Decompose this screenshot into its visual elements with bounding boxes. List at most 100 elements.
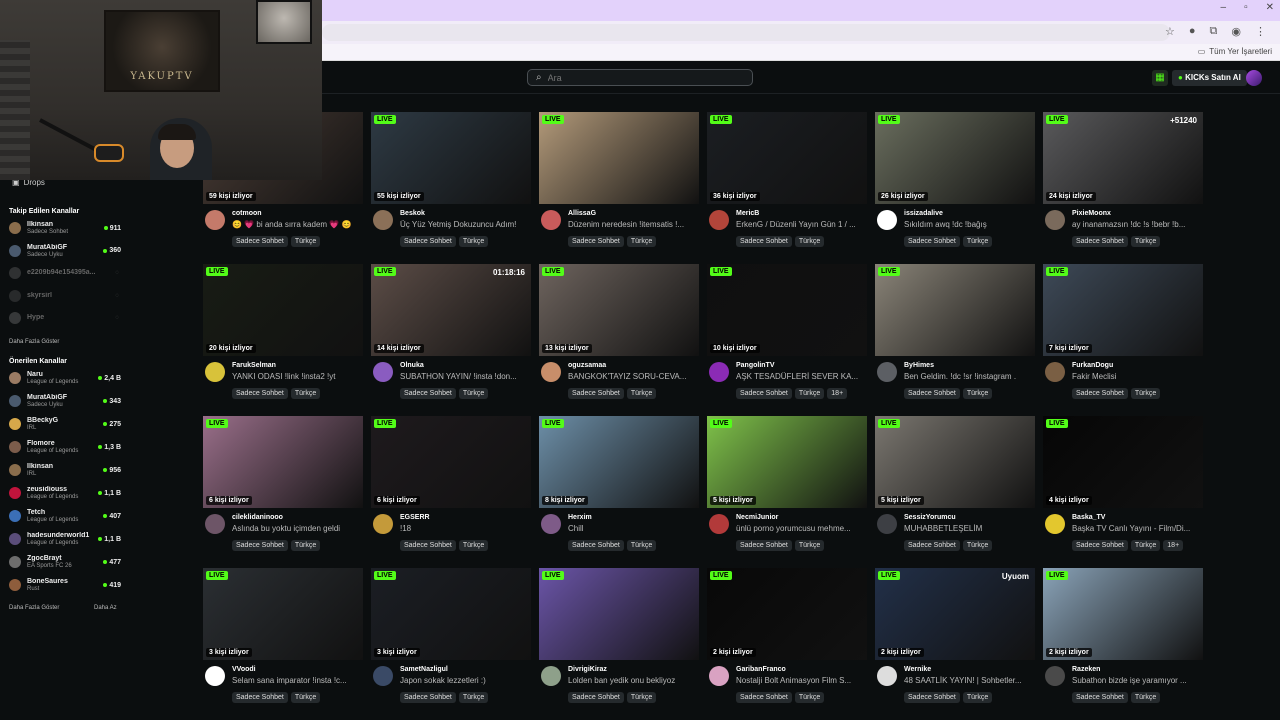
- sidebar-channel[interactable]: İlkinsan Sadece Sohbet 911: [9, 218, 121, 238]
- stream-thumbnail[interactable]: LIVE 01:18:16 14 kişi izliyor: [371, 264, 531, 356]
- channel-avatar[interactable]: [877, 362, 897, 382]
- stream-tag[interactable]: Türkçe: [1130, 540, 1161, 551]
- channel-name[interactable]: SessizYorumcu: [904, 514, 956, 521]
- channel-avatar[interactable]: [541, 514, 561, 534]
- stream-tag[interactable]: Sadece Sohbet: [1072, 236, 1128, 247]
- stream-title[interactable]: AŞK TESADÜFLERİ SEVER KA...: [736, 372, 866, 381]
- stream-tag[interactable]: Sadece Sohbet: [568, 236, 624, 247]
- channel-name[interactable]: GaribanFranco: [736, 666, 786, 673]
- stream-tag[interactable]: Türkçe: [626, 236, 657, 247]
- stream-thumbnail[interactable]: LIVE 8 kişi izliyor: [539, 416, 699, 508]
- stream-tag[interactable]: Türkçe: [458, 692, 489, 703]
- stream-tag[interactable]: Türkçe: [290, 236, 321, 247]
- stream-card[interactable]: LIVE 2 kişi izliyor GaribanFranco Nostal…: [707, 568, 867, 708]
- stream-card[interactable]: LIVE 6 kişi izliyor EGSERR !18 Sadece So…: [371, 416, 531, 556]
- stream-title[interactable]: MUHABBETLEŞELİM: [904, 524, 1034, 533]
- channel-name[interactable]: EGSERR: [400, 514, 430, 521]
- stream-tag[interactable]: Sadece Sohbet: [904, 388, 960, 399]
- stream-thumbnail[interactable]: LIVE 13 kişi izliyor: [539, 264, 699, 356]
- sidebar-channel[interactable]: ZgocBrayt EA Sports FC 26 477: [9, 552, 121, 572]
- stream-title[interactable]: Üç Yüz Yetmiş Dokuzuncu Adım!: [400, 220, 530, 229]
- stream-tag[interactable]: Sadece Sohbet: [736, 388, 792, 399]
- channel-name[interactable]: Razeken: [1072, 666, 1100, 673]
- sidebar-channel[interactable]: BoneSaures Rust 419: [9, 575, 121, 595]
- stream-tag[interactable]: Türkçe: [962, 540, 993, 551]
- minimize-button[interactable]: –: [1221, 2, 1227, 13]
- stream-tag[interactable]: Türkçe: [290, 388, 321, 399]
- stream-title[interactable]: ay inanamazsın !dc !s !bebr !b...: [1072, 220, 1202, 229]
- stream-tag[interactable]: Sadece Sohbet: [904, 540, 960, 551]
- stream-thumbnail[interactable]: LIVE: [875, 264, 1035, 356]
- stream-title[interactable]: Düzenim neredesin !itemsatis !...: [568, 220, 698, 229]
- stream-tag[interactable]: Türkçe: [290, 692, 321, 703]
- stream-card[interactable]: LIVE 7 kişi izliyor FurkanDogu Fakir Mec…: [1043, 264, 1203, 404]
- channel-avatar[interactable]: [877, 514, 897, 534]
- stream-tag[interactable]: Sadece Sohbet: [400, 540, 456, 551]
- close-window-button[interactable]: ✕: [1266, 2, 1274, 13]
- stream-title[interactable]: ünlü porno yorumcusu mehme...: [736, 524, 866, 533]
- stream-thumbnail[interactable]: LIVE 6 kişi izliyor: [371, 416, 531, 508]
- stream-tag[interactable]: Türkçe: [458, 388, 489, 399]
- channel-name[interactable]: Olnuka: [400, 362, 424, 369]
- stream-title[interactable]: Ben Geldim. !dc !sr !instagram .: [904, 372, 1034, 381]
- stream-tag[interactable]: Türkçe: [794, 692, 825, 703]
- channel-avatar[interactable]: [373, 666, 393, 686]
- channel-avatar[interactable]: [1045, 514, 1065, 534]
- channel-avatar[interactable]: [709, 210, 729, 230]
- channel-name[interactable]: issizadalive: [904, 210, 943, 217]
- channel-avatar[interactable]: [541, 666, 561, 686]
- stream-tag[interactable]: Türkçe: [1130, 692, 1161, 703]
- stream-card[interactable]: LIVE 5 kişi izliyor NecmiJunior ünlü por…: [707, 416, 867, 556]
- puzzle-icon[interactable]: ⧉: [1210, 25, 1218, 38]
- recommended-show-more[interactable]: Daha Fazla Göster: [9, 605, 59, 611]
- stream-title[interactable]: Lolden ban yedik onu bekliyoz: [568, 676, 698, 685]
- stream-title[interactable]: Japon sokak lezzetleri :): [400, 676, 530, 685]
- channel-avatar[interactable]: [541, 210, 561, 230]
- channel-name[interactable]: oguzsamaa: [568, 362, 606, 369]
- channel-avatar[interactable]: [373, 210, 393, 230]
- channel-avatar[interactable]: [877, 666, 897, 686]
- stream-title[interactable]: Başka TV Canlı Yayını - Film/Di...: [1072, 524, 1202, 533]
- stream-tag[interactable]: Sadece Sohbet: [736, 540, 792, 551]
- maximize-button[interactable]: ▫: [1244, 2, 1248, 13]
- stream-card[interactable]: LIVE 3 kişi izliyor SametNazligul Japon …: [371, 568, 531, 708]
- stream-card[interactable]: LIVE 2 kişi izliyor Razeken Subathon biz…: [1043, 568, 1203, 708]
- sidebar-channel[interactable]: İlkinsan IRL 956: [9, 460, 121, 480]
- channel-name[interactable]: Wernike: [904, 666, 931, 673]
- stream-thumbnail[interactable]: LIVE 3 kişi izliyor: [371, 568, 531, 660]
- stream-thumbnail[interactable]: LIVE 55 kişi izliyor: [371, 112, 531, 204]
- sidebar-channel[interactable]: Naru League of Legends 2,4 B: [9, 368, 121, 388]
- stream-card[interactable]: LIVE 4 kişi izliyor Baska_TV Başka TV Ca…: [1043, 416, 1203, 556]
- stream-thumbnail[interactable]: LIVE Uyuom 2 kişi izliyor: [875, 568, 1035, 660]
- sidebar-channel[interactable]: e2209b94e154395a... ◌: [9, 263, 121, 283]
- extension-icon[interactable]: ●: [1189, 25, 1196, 38]
- stream-title[interactable]: Chill: [568, 524, 698, 533]
- stream-tag[interactable]: Türkçe: [962, 236, 993, 247]
- stream-tag[interactable]: Sadece Sohbet: [232, 236, 288, 247]
- stream-tag[interactable]: Sadece Sohbet: [232, 540, 288, 551]
- sidebar-channel[interactable]: Flomore League of Legends 1,3 B: [9, 437, 121, 457]
- stream-thumbnail[interactable]: LIVE 10 kişi izliyor: [707, 264, 867, 356]
- stream-title[interactable]: SUBATHON YAYIN/ !insta !don...: [400, 372, 530, 381]
- stream-card[interactable]: LIVE 36 kişi izliyor MericB ErkenG / Düz…: [707, 112, 867, 252]
- stream-tag[interactable]: Sadece Sohbet: [1072, 388, 1128, 399]
- stream-thumbnail[interactable]: LIVE 26 kişi izliyor: [875, 112, 1035, 204]
- stream-thumbnail[interactable]: LIVE 3 kişi izliyor: [203, 568, 363, 660]
- channel-avatar[interactable]: [541, 362, 561, 382]
- channel-avatar[interactable]: [373, 514, 393, 534]
- profile-icon[interactable]: ◉: [1231, 25, 1241, 38]
- stream-thumbnail[interactable]: LIVE: [539, 568, 699, 660]
- stream-card[interactable]: LIVE 26 kişi izliyor issizadalive Sıkıld…: [875, 112, 1035, 252]
- channel-name[interactable]: cotmoon: [232, 210, 262, 217]
- stream-tag[interactable]: Sadece Sohbet: [400, 388, 456, 399]
- stream-thumbnail[interactable]: LIVE 36 kişi izliyor: [707, 112, 867, 204]
- sidebar-channel[interactable]: Tetch League of Legends 407: [9, 506, 121, 526]
- channel-avatar[interactable]: [709, 362, 729, 382]
- search-input[interactable]: [547, 72, 738, 83]
- stream-tag[interactable]: Sadece Sohbet: [232, 388, 288, 399]
- stream-title[interactable]: Selam sana imparator !insta !c...: [232, 676, 362, 685]
- channel-name[interactable]: NecmiJunior: [736, 514, 778, 521]
- channel-name[interactable]: FurkanDogu: [1072, 362, 1113, 369]
- stream-thumbnail[interactable]: LIVE 2 kişi izliyor: [707, 568, 867, 660]
- channel-avatar[interactable]: [1045, 362, 1065, 382]
